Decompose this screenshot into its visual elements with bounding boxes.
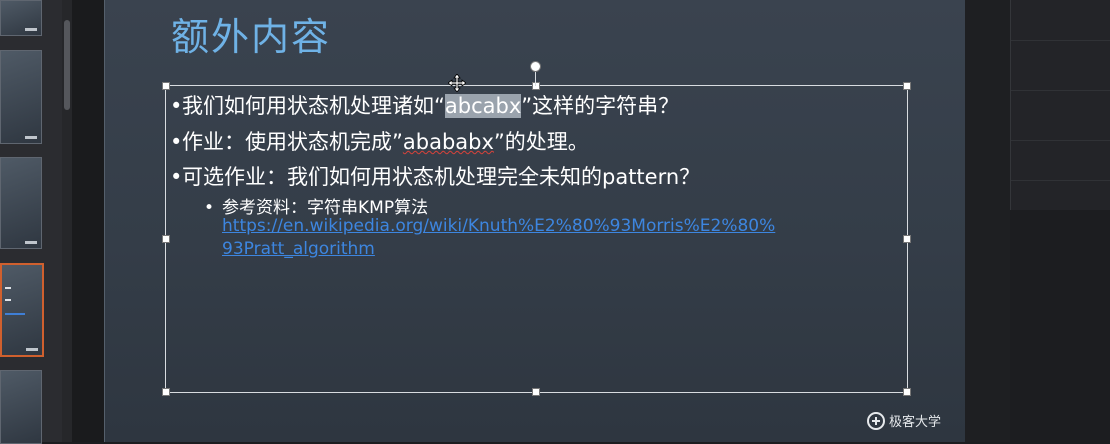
reference-link[interactable]: https://en.wikipedia.org/wiki/Knuth%E2%8… bbox=[222, 216, 775, 236]
bullet-text: 作业：使用状态机完成” bbox=[182, 130, 403, 154]
selected-text-box[interactable]: •我们如何用状态机处理诸如“abcabx”这样的字符串？ •作业：使用状态机完成… bbox=[162, 61, 911, 396]
bullet-text: 可选作业：我们如何用状态机处理完全未知的pattern？ bbox=[182, 165, 701, 189]
bullet-text: ”这样的字符串？ bbox=[521, 94, 680, 118]
slide-thumbnail-panel bbox=[0, 0, 62, 444]
bullet-item: •作业：使用状态机完成”abababx”的处理。 bbox=[170, 126, 589, 156]
resize-handle-top-right[interactable] bbox=[903, 82, 911, 90]
sub-bullet-item: • 参考资料：字符串KMP算法 bbox=[204, 193, 428, 218]
bullet-text: 我们如何用状态机处理诸如“ bbox=[182, 94, 445, 118]
resize-handle-left[interactable] bbox=[162, 235, 170, 243]
bullet-item: •我们如何用状态机处理诸如“abcabx”这样的字符串？ bbox=[170, 90, 679, 120]
rotation-handle-stem bbox=[535, 72, 536, 86]
mini-link-line bbox=[5, 313, 25, 315]
panel-divider bbox=[1011, 40, 1110, 41]
bullet-text: ”的处理。 bbox=[493, 130, 589, 154]
resize-handle-top-left[interactable] bbox=[162, 82, 170, 90]
scrollbar-handle[interactable] bbox=[64, 20, 70, 110]
resize-handle-bottom-right[interactable] bbox=[903, 388, 911, 396]
right-side-panel bbox=[1010, 0, 1110, 210]
spellcheck-underlined-word: abababx bbox=[402, 130, 494, 154]
sub-bullet-text: 参考资料：字符串KMP算法 bbox=[222, 198, 429, 218]
rotation-handle[interactable] bbox=[530, 61, 541, 72]
editor-gutter bbox=[72, 0, 104, 442]
bullet-dot: • bbox=[170, 130, 183, 154]
mini-logo bbox=[25, 241, 37, 244]
slide-title[interactable]: 额外内容 bbox=[171, 6, 331, 61]
panel-divider bbox=[1011, 90, 1110, 91]
slide-thumbnail[interactable] bbox=[0, 50, 42, 144]
resize-handle-right[interactable] bbox=[903, 235, 911, 243]
sub-bullet-dot: • bbox=[204, 198, 215, 218]
panel-divider bbox=[1011, 180, 1110, 181]
mini-text-line bbox=[5, 299, 11, 301]
slide-thumbnail[interactable] bbox=[0, 370, 42, 444]
highlighted-selection[interactable]: abcabx bbox=[444, 94, 522, 118]
slide-canvas[interactable]: 额外内容 •我们如何用状态机处理诸如“abcabx”这样的字符串？ •作业：使用… bbox=[104, 0, 966, 442]
logo-text: 极客大学 bbox=[888, 415, 941, 430]
slide-thumbnail-current[interactable] bbox=[0, 263, 44, 357]
resize-handle-bottom[interactable] bbox=[532, 388, 540, 396]
resize-handle-top[interactable] bbox=[532, 82, 540, 90]
reference-link-continued[interactable]: 93Pratt_algorithm bbox=[222, 239, 375, 259]
resize-handle-bottom-left[interactable] bbox=[162, 388, 170, 396]
bullet-dot: • bbox=[170, 165, 183, 189]
bullet-item: •可选作业：我们如何用状态机处理完全未知的pattern？ bbox=[170, 161, 700, 191]
mini-logo bbox=[26, 348, 38, 351]
geek-logo-icon bbox=[866, 411, 885, 430]
bullet-dot: • bbox=[170, 94, 183, 118]
panel-divider bbox=[1011, 140, 1110, 141]
slide-thumbnail[interactable] bbox=[0, 157, 42, 249]
mini-logo bbox=[25, 136, 37, 139]
mini-logo bbox=[25, 28, 37, 31]
thumbnail-scrollbar[interactable] bbox=[62, 0, 72, 442]
slide-thumbnail[interactable] bbox=[0, 0, 42, 36]
mini-text-line bbox=[5, 287, 11, 289]
editor-right-gutter bbox=[965, 0, 1010, 442]
brand-logo: 极客大学 bbox=[866, 411, 941, 430]
